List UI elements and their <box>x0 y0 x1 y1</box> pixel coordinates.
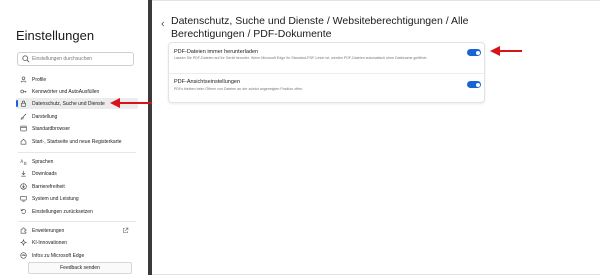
sidebar-item-label: Sprachen <box>32 158 54 165</box>
sidebar-item-label: Standardbrowser <box>32 125 71 132</box>
sidebar-item-label: Barrierefreiheit <box>32 183 65 190</box>
sidebar-item-languages[interactable]: Aあ Sprachen <box>16 156 138 167</box>
sidebar-item-label: Start-, Startseite und neue Registerkart… <box>32 138 122 145</box>
setting-title-pdf-view: PDF-Ansichtseinstellungen <box>174 79 241 85</box>
accessibility-icon <box>20 183 27 190</box>
settings-sidebar: Einstellungen Profile Kennwörter und Aut… <box>0 0 148 275</box>
sidebar-item-system[interactable]: System und Leistung <box>16 193 138 204</box>
settings-search-box[interactable] <box>17 52 134 66</box>
sidebar-item-label: KI-Innovationen <box>32 239 68 246</box>
always-download-pdf-toggle[interactable] <box>467 49 481 56</box>
settings-card: PDF-Dateien immer herunterladen Lassen S… <box>168 42 485 103</box>
sidebar-item-reset[interactable]: Einstellungen zurücksetzen <box>16 206 138 217</box>
sidebar-item-label: Darstellung <box>32 113 58 120</box>
sidebar-item-downloads[interactable]: Downloads <box>16 168 138 179</box>
sidebar-divider <box>18 221 136 222</box>
card-divider <box>169 73 484 74</box>
sidebar-divider <box>18 152 136 153</box>
pdf-view-settings-toggle[interactable] <box>467 81 481 88</box>
sidebar-item-label: Downloads <box>32 170 57 177</box>
language-icon: Aあ <box>20 159 28 165</box>
reset-icon <box>20 209 26 214</box>
sidebar-item-label: Infos zu Microsoft Edge <box>32 252 85 259</box>
svg-text:あ: あ <box>24 160 28 165</box>
main-content: Datenschutz, Suche und Dienste / Website… <box>152 0 600 275</box>
sidebar-item-label: System und Leistung <box>32 195 79 202</box>
sidebar-item-extensions[interactable]: Erweiterungen <box>16 225 138 236</box>
edge-icon <box>20 252 27 259</box>
sidebar-item-start-home[interactable]: Start-, Startseite und neue Registerkart… <box>16 136 138 147</box>
settings-search-input[interactable] <box>32 54 132 64</box>
sidebar-item-label: Einstellungen zurücksetzen <box>32 208 93 215</box>
sidebar-item-passwords[interactable]: Kennwörter und AutoAusfüllen <box>16 86 138 97</box>
setting-description-always-download: Lassen Sie PDF-Dateien auf Ihr Gerät her… <box>174 56 428 60</box>
external-link-icon[interactable] <box>122 227 129 234</box>
system-icon <box>20 195 27 202</box>
sparkle-icon <box>20 239 27 246</box>
sidebar-item-label: Erweiterungen <box>32 227 65 234</box>
setting-title-always-download: PDF-Dateien immer herunterladen <box>174 49 259 55</box>
sidebar-item-label: Profile <box>32 76 47 83</box>
sidebar-item-appearance[interactable]: Darstellung <box>16 111 138 122</box>
lock-icon <box>21 100 26 107</box>
back-arrow-icon[interactable] <box>160 21 166 27</box>
annotation-arrow-right <box>490 46 522 56</box>
sidebar-item-label: Kennwörter und AutoAusfüllen <box>32 88 100 95</box>
browser-icon <box>20 125 27 132</box>
sidebar-item-accessibility[interactable]: Barrierefreiheit <box>16 181 138 192</box>
sidebar-item-about-edge[interactable]: Infos zu Microsoft Edge <box>16 250 138 261</box>
annotation-arrow-left <box>110 98 152 108</box>
person-icon <box>20 76 27 83</box>
puzzle-icon <box>20 227 27 234</box>
home-icon <box>20 138 27 145</box>
search-icon <box>22 55 30 63</box>
download-icon <box>21 170 26 177</box>
breadcrumb: Datenschutz, Suche und Dienste / Website… <box>171 15 469 40</box>
sidebar-item-label: Datenschutz, Suche und Dienste <box>32 100 105 107</box>
setting-description-pdf-view: PDFs bleiben beim Öffnen von Dateien an … <box>174 87 304 91</box>
sidebar-item-profile[interactable]: Profile <box>16 74 138 85</box>
sidebar-item-ai-innovations[interactable]: KI-Innovationen <box>16 237 138 248</box>
brush-icon <box>20 113 27 120</box>
key-icon <box>20 89 27 94</box>
feedback-button[interactable]: Feedback senden <box>28 262 132 274</box>
sidebar-item-default-browser[interactable]: Standardbrowser <box>16 123 138 134</box>
sidebar-title: Einstellungen <box>16 28 95 43</box>
